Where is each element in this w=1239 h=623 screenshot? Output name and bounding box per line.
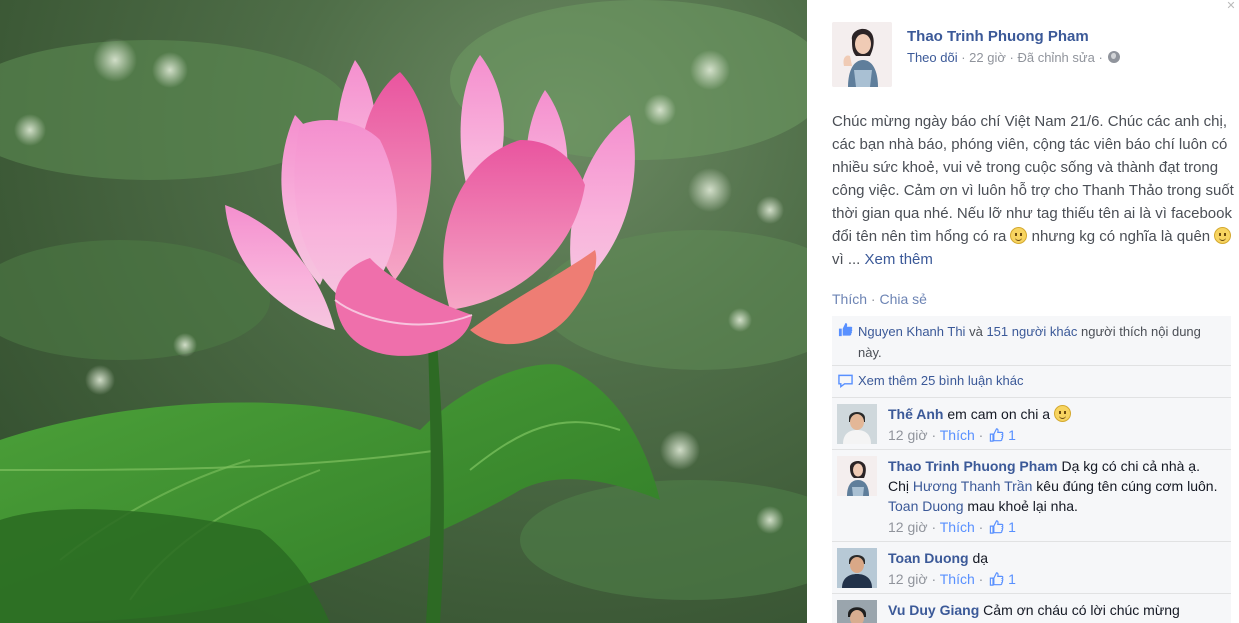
comment-time[interactable]: 12 giờ — [888, 427, 928, 443]
thumbs-up-icon — [990, 428, 1004, 442]
edited-label[interactable]: Đã chỉnh sửa — [1017, 50, 1094, 65]
commenter-name[interactable]: Vu Duy Giang — [888, 602, 979, 618]
likes-and: và — [969, 324, 983, 339]
post-text-part3: vì ... — [832, 251, 861, 268]
commenter-name[interactable]: Thao Trinh Phuong Pham — [888, 458, 1058, 474]
meta-separator: · — [978, 427, 988, 443]
comment-time[interactable]: 12 giờ — [888, 571, 928, 587]
commenter-avatar[interactable] — [837, 456, 877, 496]
author-name[interactable]: Thao Trinh Phuong Pham — [907, 28, 1089, 45]
comment-like-link[interactable]: Thích — [940, 519, 975, 535]
comment-like-count[interactable]: 1 — [1008, 519, 1016, 535]
commenter-avatar[interactable] — [837, 548, 877, 588]
smile-emoji-icon — [1053, 405, 1071, 422]
meta-separator: · — [961, 50, 970, 65]
feedback-section: Nguyen Khanh Thi và 151 người khác người… — [832, 316, 1231, 623]
meta-separator: · — [978, 571, 988, 587]
like-action[interactable]: Thích — [832, 291, 867, 307]
comment-item: Toan Duong dạ 12 giờ · Thích · 1 — [832, 542, 1231, 594]
comment-like-count[interactable]: 1 — [1008, 427, 1016, 443]
smile-emoji-icon — [1214, 227, 1232, 244]
comment-like-link[interactable]: Thích — [940, 571, 975, 587]
post-meta: Theo dõi · 22 giờ · Đã chỉnh sửa · — [907, 50, 1121, 65]
comment-like-link[interactable]: Thích — [940, 427, 975, 443]
meta-separator: · — [931, 427, 940, 443]
comment-text: em cam on chi a — [947, 406, 1051, 422]
thumbs-up-icon — [990, 520, 1004, 534]
close-icon[interactable]: ✕ — [1225, 0, 1237, 12]
post-text-part2: nhưng kg có nghĩa là quên — [1031, 228, 1211, 245]
commenter-avatar[interactable] — [837, 600, 877, 623]
post-text-part1: Chúc mừng ngày báo chí Việt Nam 21/6. Ch… — [832, 113, 1234, 245]
post-side-panel: ✕ Thao Trinh Phuong Pham Theo dõi · 22 g… — [807, 0, 1239, 623]
thumbs-up-icon — [990, 572, 1004, 586]
comment-mention[interactable]: Toan Duong — [888, 498, 964, 514]
commenter-name[interactable]: Thế Anh — [888, 406, 943, 422]
smile-emoji-icon — [1010, 227, 1028, 244]
likes-summary: Nguyen Khanh Thi và 151 người khác người… — [832, 316, 1231, 366]
comment-text: mau khoẻ lại nha. — [967, 498, 1078, 514]
comment-text: dạ — [972, 550, 989, 566]
photo-viewer[interactable] — [0, 0, 807, 623]
post-actions: Thích · Chia sẻ — [832, 291, 927, 307]
comment-icon — [838, 374, 853, 388]
see-more-link[interactable]: Xem thêm — [865, 251, 933, 268]
commenter-avatar[interactable] — [837, 404, 877, 444]
meta-separator: · — [978, 519, 988, 535]
comment-item: Vu Duy Giang Cảm ơn cháu có lời chúc mừn… — [832, 594, 1231, 623]
meta-separator: · — [931, 571, 940, 587]
view-more-comments-label: Xem thêm 25 bình luận khác — [858, 373, 1024, 388]
comment-text: kêu đúng tên cúng cơm luôn. — [1036, 478, 1218, 494]
thumbs-up-icon — [838, 322, 853, 337]
author-avatar[interactable] — [832, 22, 892, 87]
view-more-comments[interactable]: Xem thêm 25 bình luận khác — [832, 366, 1231, 398]
meta-separator: · — [931, 519, 940, 535]
comment-item: Thế Anh em cam on chi a 12 giờ · Thích ·… — [832, 398, 1231, 450]
globe-icon[interactable] — [1108, 51, 1121, 63]
likes-others-link[interactable]: 151 người khác — [986, 324, 1077, 339]
post-header: Thao Trinh Phuong Pham Theo dõi · 22 giờ… — [832, 22, 1232, 92]
comment-like-count[interactable]: 1 — [1008, 571, 1016, 587]
follow-link[interactable]: Theo dõi — [907, 50, 958, 65]
comment-text: Cảm ơn cháu có lời chúc mừng — [983, 602, 1180, 618]
comment-time[interactable]: 12 giờ — [888, 519, 928, 535]
comment-mention[interactable]: Hương Thanh Trần — [913, 478, 1032, 494]
lotus-photo — [0, 0, 807, 623]
post-message: Chúc mừng ngày báo chí Việt Nam 21/6. Ch… — [832, 110, 1234, 271]
share-action[interactable]: Chia sẻ — [879, 291, 926, 307]
liker-name[interactable]: Nguyen Khanh Thi — [858, 324, 965, 339]
commenter-name[interactable]: Toan Duong — [888, 550, 969, 566]
meta-separator: · — [1098, 50, 1107, 65]
comment-item: Thao Trinh Phuong Pham Dạ kg có chi cả n… — [832, 450, 1231, 542]
post-time[interactable]: 22 giờ — [969, 50, 1006, 65]
